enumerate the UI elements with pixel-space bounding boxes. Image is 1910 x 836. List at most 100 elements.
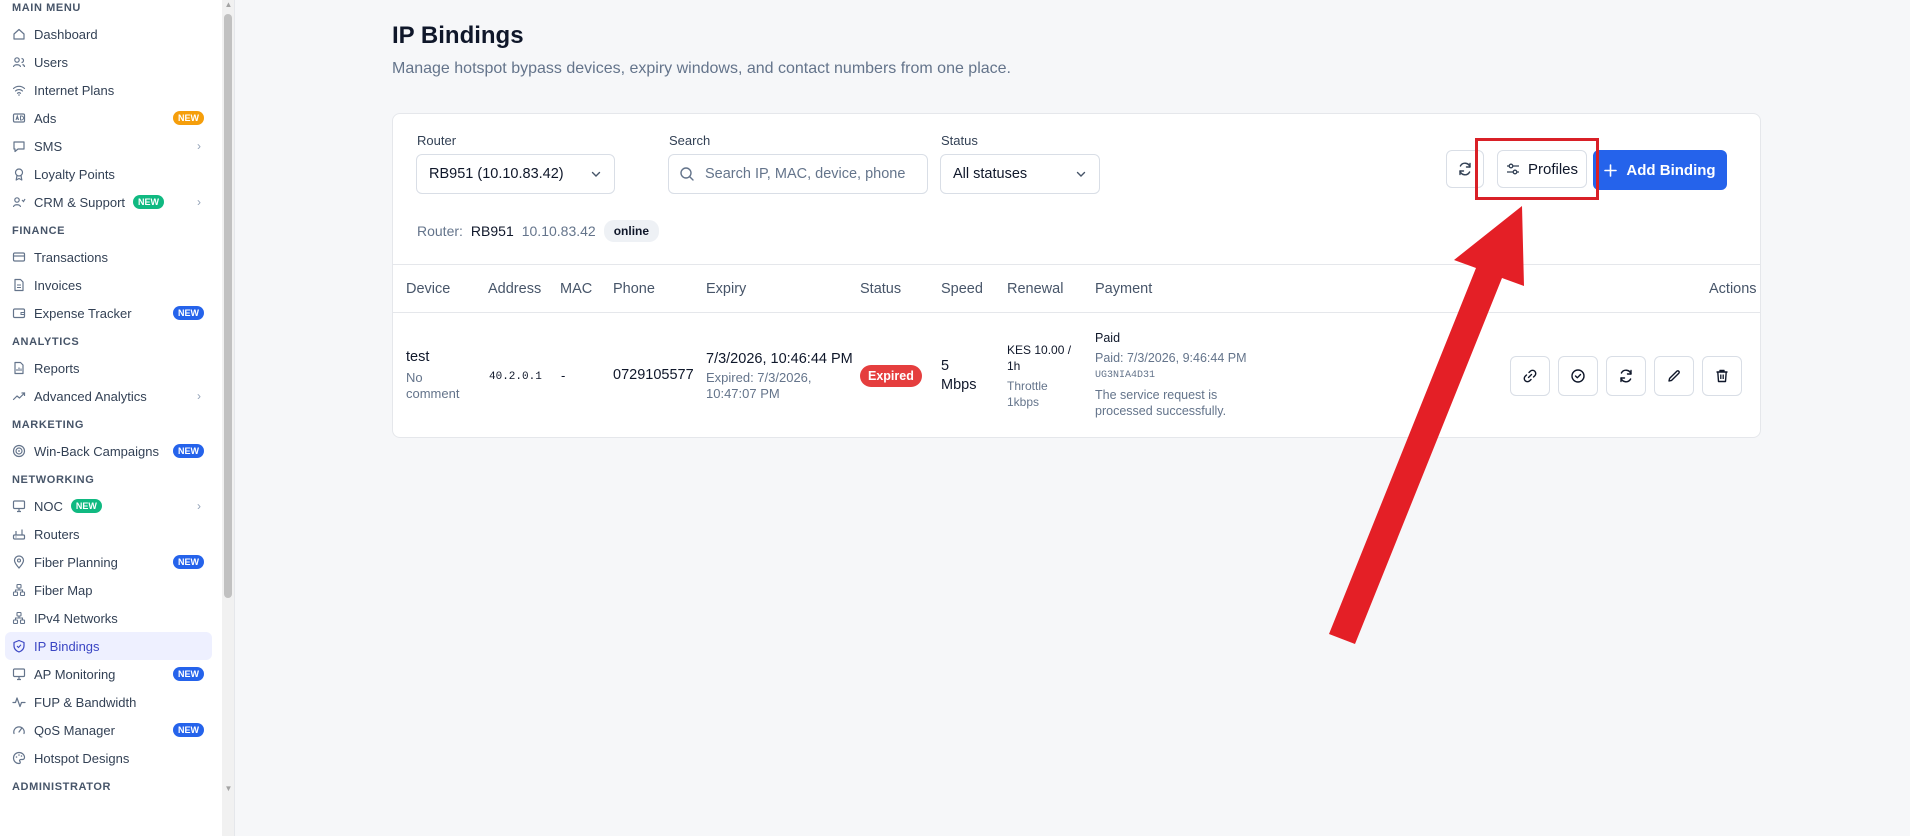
report-icon: [12, 361, 26, 375]
sidebar-item-label: FUP & Bandwidth: [34, 694, 137, 710]
device-phone: 0729105577: [613, 367, 694, 383]
sidebar-item-label: Reports: [34, 360, 80, 376]
sidebar-item-hotspot-designs[interactable]: Hotspot Designs: [5, 744, 212, 772]
sidebar-item-transactions[interactable]: Transactions: [5, 243, 212, 271]
annotation-highlight-box: [1475, 138, 1599, 200]
monitor-icon: [12, 499, 26, 513]
card-icon: [12, 250, 26, 264]
speed-value: 5 Mbps: [941, 358, 977, 393]
target-icon: [12, 444, 26, 458]
column-header-renewal: Renewal: [1007, 281, 1064, 297]
payment-status: Paid: [1095, 331, 1121, 345]
column-header-expiry: Expiry: [706, 281, 747, 297]
sidebar-item-loyalty-points[interactable]: Loyalty Points: [5, 160, 212, 188]
monitor-icon: [12, 667, 26, 681]
search-box[interactable]: [668, 154, 928, 194]
edit-action-button[interactable]: [1654, 356, 1694, 396]
sidebar-item-label: SMS: [34, 138, 63, 154]
sidebar-item-fiber-planning[interactable]: Fiber Planning NEW: [5, 548, 212, 576]
sidebar-item-label: Dashboard: [34, 26, 98, 42]
new-badge: NEW: [70, 499, 102, 513]
sidebar-item-noc[interactable]: NOC NEW ›: [5, 492, 212, 520]
search-icon: [679, 166, 695, 182]
renewal-price: KES 10.00 / 1h: [1007, 343, 1072, 373]
renew-action-button[interactable]: [1606, 356, 1646, 396]
sidebar-section-title: ANALYTICS: [12, 336, 80, 348]
sidebar-item-win-back-campaigns[interactable]: Win-Back Campaigns NEW: [5, 437, 212, 465]
sidebar-item-ads[interactable]: Ads NEW: [5, 104, 212, 132]
column-header-device: Device: [406, 281, 451, 297]
network-icon: [12, 583, 26, 597]
sidebar-section-title: MAIN MENU: [12, 2, 81, 14]
check-circle-icon: [1570, 368, 1586, 384]
sidebar-item-ip-bindings[interactable]: IP Bindings: [5, 632, 212, 660]
sidebar-section-title: FINANCE: [12, 225, 66, 237]
new-badge: NEW: [173, 667, 204, 681]
sidebar-scrollbar[interactable]: ▲ ▼: [222, 0, 234, 836]
network-icon: [12, 611, 26, 625]
payment-message: The service request is processed success…: [1095, 388, 1227, 418]
refresh-icon: [1457, 161, 1473, 177]
status-select[interactable]: All statuses: [940, 154, 1100, 194]
sidebar-item-fiber-map[interactable]: Fiber Map: [5, 576, 212, 604]
sidebar-item-crm-support[interactable]: CRM & Support NEW ›: [5, 188, 212, 216]
scroll-down-icon[interactable]: ▼: [224, 784, 233, 796]
sidebar-item-label: Transactions: [34, 249, 108, 265]
payment-reference: UG3NIA4D31: [1095, 370, 1156, 381]
sidebar-item-qos-manager[interactable]: QoS Manager NEW: [5, 716, 212, 744]
sidebar-item-label: Expense Tracker: [34, 305, 132, 321]
activate-action-button[interactable]: [1558, 356, 1598, 396]
chevron-down-icon: [1075, 168, 1087, 180]
sidebar-item-label: Internet Plans: [34, 82, 115, 98]
sidebar-item-invoices[interactable]: Invoices: [5, 271, 212, 299]
add-binding-button[interactable]: Add Binding: [1593, 150, 1727, 190]
chevron-right-icon: ›: [197, 195, 201, 209]
sidebar-item-label: AP Monitoring: [34, 666, 116, 682]
sidebar-item-expense-tracker[interactable]: Expense Tracker NEW: [5, 299, 212, 327]
sidebar-item-ap-monitoring[interactable]: AP Monitoring NEW: [5, 660, 212, 688]
chevron-right-icon: ›: [197, 499, 201, 513]
sidebar-item-label: CRM & Support: [34, 194, 126, 210]
link-action-button[interactable]: [1510, 356, 1550, 396]
sidebar-item-users[interactable]: Users: [5, 48, 212, 76]
scrollbar-thumb[interactable]: [224, 14, 232, 598]
new-badge: NEW: [173, 723, 204, 737]
sidebar-item-label: Routers: [34, 526, 80, 542]
payment-date: Paid: 7/3/2026, 9:46:44 PM: [1095, 351, 1247, 365]
sidebar-item-label: Fiber Planning: [34, 554, 118, 570]
search-input[interactable]: [705, 166, 915, 182]
sidebar-item-internet-plans[interactable]: Internet Plans: [5, 76, 212, 104]
wallet-icon: [12, 306, 26, 320]
column-header-actions: Actions: [1709, 281, 1757, 297]
sidebar-item-label: Advanced Analytics: [34, 388, 147, 404]
router-ip: 10.10.83.42: [521, 223, 596, 239]
sidebar-item-advanced-analytics[interactable]: Advanced Analytics ›: [5, 382, 212, 410]
column-header-status: Status: [860, 281, 902, 297]
delete-action-button[interactable]: [1702, 356, 1742, 396]
wifi-icon: [12, 83, 26, 97]
sidebar-item-sms[interactable]: SMS ›: [5, 132, 212, 160]
router-select[interactable]: RB951 (10.10.83.42): [416, 154, 615, 194]
sidebar-item-ipv4-networks[interactable]: IPv4 Networks: [5, 604, 212, 632]
chevron-right-icon: ›: [197, 139, 201, 153]
column-header-address: Address: [488, 281, 542, 297]
sidebar-item-reports[interactable]: Reports: [5, 354, 212, 382]
main-content: IP Bindings Manage hotspot bypass device…: [235, 0, 1910, 836]
sidebar-item-fup-bandwidth[interactable]: FUP & Bandwidth: [5, 688, 212, 716]
status-badge: Expired: [860, 365, 922, 387]
device-name: test: [406, 349, 430, 365]
status-filter-label: Status: [941, 133, 978, 148]
add-binding-button-label: Add Binding: [1626, 161, 1716, 179]
sidebar-item-dashboard[interactable]: Dashboard: [5, 20, 212, 48]
home-icon: [12, 27, 26, 41]
router-name: RB951: [470, 223, 514, 239]
router-info: Router: RB951 10.10.83.42 online: [417, 220, 660, 242]
new-badge: NEW: [173, 555, 204, 569]
device-mac: -: [561, 368, 566, 383]
pencil-icon: [1666, 368, 1682, 384]
scroll-up-icon[interactable]: ▲: [224, 0, 233, 12]
sidebar-item-routers[interactable]: Routers: [5, 520, 212, 548]
sidebar-item-label: IPv4 Networks: [34, 610, 118, 626]
sidebar-item-label: NOC: [34, 498, 63, 514]
expired-time: Expired: 7/3/2026, 10:47:07 PM: [706, 370, 812, 401]
